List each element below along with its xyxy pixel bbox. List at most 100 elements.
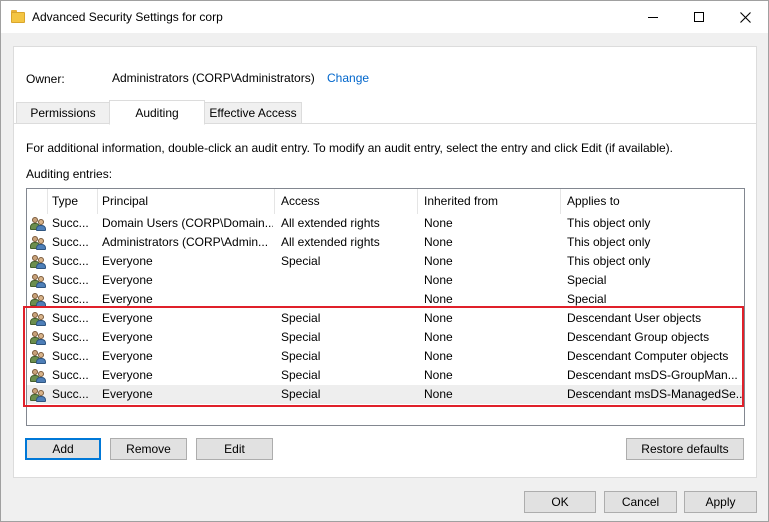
user-group-icon <box>30 368 46 383</box>
user-group-icon <box>30 273 46 288</box>
cell-type: Succ... <box>52 273 89 287</box>
add-button[interactable]: Add <box>25 438 101 460</box>
auditing-entries-label: Auditing entries: <box>26 167 113 181</box>
cell-principal: Everyone <box>102 273 153 287</box>
maximize-button[interactable] <box>676 1 722 33</box>
table-row[interactable]: Succ... Everyone None Special <box>27 290 744 309</box>
cell-type: Succ... <box>52 368 89 382</box>
change-owner-link[interactable]: Change <box>327 71 369 85</box>
cell-applies: Special <box>567 292 607 306</box>
cell-type: Succ... <box>52 330 89 344</box>
minimize-button[interactable] <box>630 1 676 33</box>
cell-principal: Administrators (CORP\Admin... <box>102 235 269 249</box>
user-group-icon <box>30 387 46 402</box>
table-row[interactable]: Succ... Everyone Special None This object on… <box>27 252 744 271</box>
user-group-icon <box>30 349 46 364</box>
column-header-type[interactable]: Type <box>48 189 98 214</box>
cell-applies: Descendant msDS-ManagedSe... <box>567 387 742 401</box>
cell-access: Special <box>281 330 321 344</box>
folder-icon <box>11 10 25 23</box>
advanced-security-settings-window: Advanced Security Settings for corp Owne… <box>0 0 769 522</box>
tab-permissions[interactable]: Permissions <box>16 102 110 124</box>
cell-principal: Everyone <box>102 349 153 363</box>
cell-inherited: None <box>424 368 453 382</box>
table-row[interactable]: Succ... Administrators (CORP\Admin... All … <box>27 233 744 252</box>
cell-access: Special <box>281 311 321 325</box>
minimize-icon <box>648 16 658 18</box>
table-row[interactable]: Succ... Everyone Special None Descendant Use… <box>27 309 744 328</box>
cell-inherited: None <box>424 216 453 230</box>
edit-button[interactable]: Edit <box>196 438 273 460</box>
cell-type: Succ... <box>52 311 89 325</box>
cell-type: Succ... <box>52 235 89 249</box>
maximize-icon <box>694 12 704 22</box>
restore-defaults-button[interactable]: Restore defaults <box>626 438 744 460</box>
table-row[interactable]: Succ... Everyone None Special <box>27 271 744 290</box>
user-group-icon <box>30 292 46 307</box>
cell-applies: This object only <box>567 216 651 230</box>
cell-type: Succ... <box>52 292 89 306</box>
owner-label: Owner: <box>26 72 65 86</box>
column-header-access[interactable]: Access <box>275 189 418 214</box>
user-group-icon <box>30 216 46 231</box>
cell-applies: This object only <box>567 254 651 268</box>
cell-inherited: None <box>424 273 453 287</box>
cell-inherited: None <box>424 387 453 401</box>
cell-inherited: None <box>424 330 453 344</box>
user-group-icon <box>30 254 46 269</box>
cell-principal: Everyone <box>102 330 153 344</box>
remove-button[interactable]: Remove <box>110 438 187 460</box>
cell-inherited: None <box>424 292 453 306</box>
user-group-icon <box>30 235 46 250</box>
apply-button[interactable]: Apply <box>684 491 757 513</box>
cell-applies: Descendant User objects <box>567 311 702 325</box>
tab-auditing[interactable]: Auditing <box>109 100 205 125</box>
cell-principal: Everyone <box>102 311 153 325</box>
list-header: Type Principal Access Inherited from App… <box>27 189 744 214</box>
tab-effective-access[interactable]: Effective Access <box>204 102 302 124</box>
table-row[interactable]: Succ... Domain Users (CORP\Domain... All e… <box>27 214 744 233</box>
cell-principal: Everyone <box>102 368 153 382</box>
cell-inherited: None <box>424 235 453 249</box>
cancel-button[interactable]: Cancel <box>604 491 677 513</box>
column-header-applies-to[interactable]: Applies to <box>561 189 744 214</box>
column-header-principal[interactable]: Principal <box>98 189 275 214</box>
table-row[interactable]: Succ... Everyone Special None Descendant Gro… <box>27 328 744 347</box>
close-button[interactable] <box>722 1 768 33</box>
table-row[interactable]: Succ... Everyone Special None Descendant msD… <box>27 366 744 385</box>
cell-access: Special <box>281 349 321 363</box>
cell-type: Succ... <box>52 349 89 363</box>
cell-applies: Descendant msDS-GroupMan... <box>567 368 738 382</box>
column-header-icon[interactable] <box>27 189 48 214</box>
ok-button[interactable]: OK <box>524 491 596 513</box>
cell-applies: This object only <box>567 235 651 249</box>
close-icon <box>739 11 751 23</box>
column-header-inherited-from[interactable]: Inherited from <box>418 189 561 214</box>
cell-applies: Descendant Computer objects <box>567 349 729 363</box>
cell-principal: Everyone <box>102 254 153 268</box>
cell-type: Succ... <box>52 254 89 268</box>
cell-inherited: None <box>424 254 453 268</box>
info-text: For additional information, double-click… <box>26 141 673 155</box>
cell-principal: Everyone <box>102 387 153 401</box>
window-title: Advanced Security Settings for corp <box>32 10 223 24</box>
table-row[interactable]: Succ... Everyone Special None Descendant Com… <box>27 347 744 366</box>
auditing-entries-list[interactable]: Type Principal Access Inherited from App… <box>26 188 745 426</box>
cell-applies: Descendant Group objects <box>567 330 710 344</box>
cell-type: Succ... <box>52 216 89 230</box>
cell-inherited: None <box>424 349 453 363</box>
cell-access: All extended rights <box>281 235 380 249</box>
cell-principal: Domain Users (CORP\Domain... <box>102 216 273 230</box>
table-row[interactable]: Succ... Everyone Special None Descendant msD… <box>27 385 744 404</box>
title-bar[interactable]: Advanced Security Settings for corp <box>1 1 768 33</box>
cell-access: Special <box>281 368 321 382</box>
owner-value: Administrators (CORP\Administrators) <box>112 71 315 85</box>
user-group-icon <box>30 330 46 345</box>
cell-inherited: None <box>424 311 453 325</box>
cell-access: Special <box>281 387 321 401</box>
cell-access: Special <box>281 254 321 268</box>
cell-type: Succ... <box>52 387 89 401</box>
cell-access: All extended rights <box>281 216 380 230</box>
user-group-icon <box>30 311 46 326</box>
cell-applies: Special <box>567 273 607 287</box>
